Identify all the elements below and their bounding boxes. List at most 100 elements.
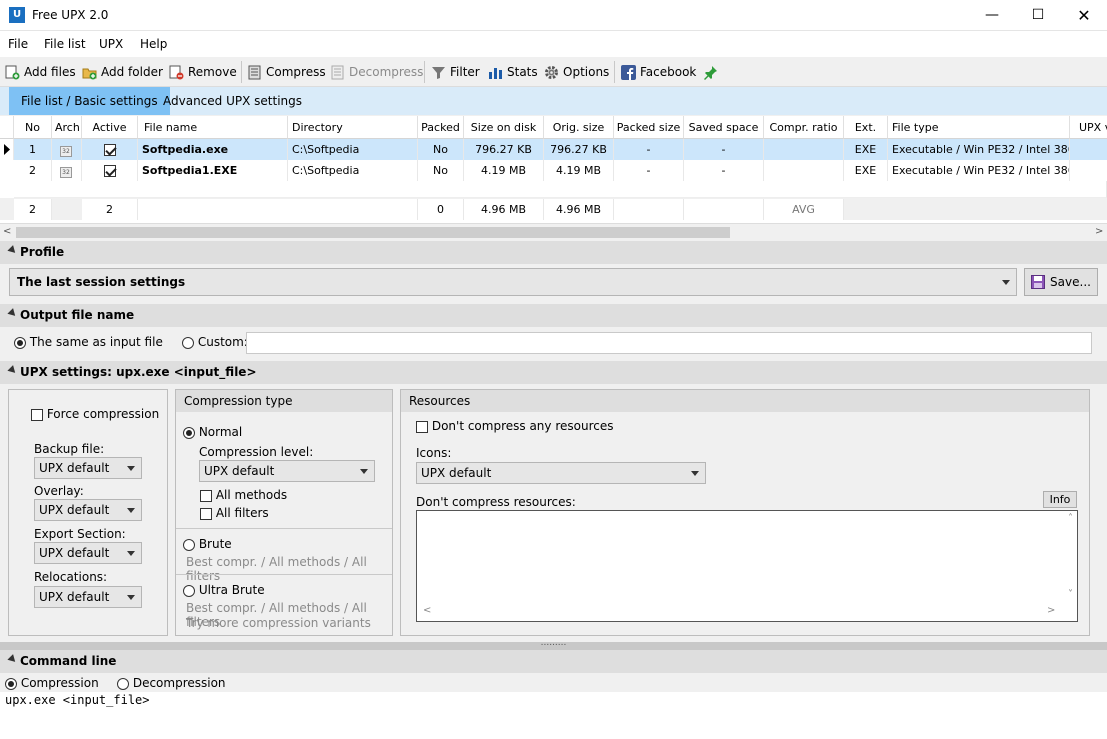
facebook-icon <box>621 64 636 80</box>
scroll-up-icon[interactable]: ˄ <box>1068 513 1073 524</box>
app-icon: U <box>9 7 25 23</box>
filter-button[interactable]: Filter <box>431 63 480 81</box>
menu-help[interactable]: Help <box>140 37 167 51</box>
grid-header-no[interactable]: No <box>14 116 52 139</box>
ultra-brute-radio[interactable]: Ultra Brute <box>183 583 265 597</box>
summary-count: 2 <box>14 199 52 220</box>
cell-saved: - <box>684 160 764 181</box>
summary-size: 4.96 MB <box>464 199 544 220</box>
custom-name-input[interactable] <box>246 332 1092 354</box>
collapse-icon <box>7 308 19 319</box>
grid-header-orig-size[interactable]: Orig. size <box>544 116 614 139</box>
options-button[interactable]: Options <box>544 63 609 81</box>
scroll-right-icon[interactable]: > <box>1047 605 1055 616</box>
profile-select[interactable]: The last session settings <box>9 268 1017 296</box>
remove-button[interactable]: Remove <box>169 63 237 81</box>
scroll-right-icon[interactable]: > <box>1095 226 1103 237</box>
grid-header-file-name[interactable]: File name <box>138 116 288 139</box>
grid-header-packed[interactable]: Packed <box>418 116 464 139</box>
backup-file-select[interactable]: UPX default <box>34 457 142 479</box>
grid-header-size-on-disk[interactable]: Size on disk <box>464 116 544 139</box>
output-section-header[interactable]: Output file name <box>0 304 1107 327</box>
brute-radio[interactable]: Brute <box>183 537 232 551</box>
grid-header-ext[interactable]: Ext. <box>844 116 888 139</box>
collapse-icon <box>7 245 19 256</box>
file-grid: No Arch Active File name Directory Packe… <box>0 116 1107 224</box>
save-profile-button[interactable]: Save... <box>1024 268 1098 296</box>
brute-description: Best compr. / All methods / All filters <box>186 555 367 583</box>
cell-saved: - <box>684 139 764 160</box>
add-files-icon <box>5 65 20 80</box>
maximize-icon[interactable]: ☐ <box>1015 0 1061 31</box>
grid-header-upx-version[interactable]: UPX v <box>1070 116 1107 139</box>
facebook-button[interactable]: Facebook <box>621 63 696 81</box>
cell-file-name: Softpedia1.EXE <box>138 160 288 181</box>
overlay-select[interactable]: UPX default <box>34 499 142 521</box>
profile-section-header[interactable]: Profile <box>0 241 1107 264</box>
icons-select[interactable]: UPX default <box>416 462 706 484</box>
info-button[interactable]: Info <box>1043 491 1077 508</box>
tab-bar: File list / Basic settings Advanced UPX … <box>0 87 1107 115</box>
grid-horizontal-scrollbar[interactable]: < > <box>0 223 1107 240</box>
cell-ratio <box>764 139 844 160</box>
compress-button[interactable]: Compress <box>247 63 326 81</box>
menu-upx[interactable]: UPX <box>99 37 123 51</box>
summary-packed: 0 <box>418 199 464 220</box>
title-bar: U Free UPX 2.0 — ☐ ✕ <box>0 0 1107 31</box>
decompression-radio[interactable]: Decompression <box>117 676 226 690</box>
tab-advanced-settings[interactable]: Advanced UPX settings <box>151 87 314 115</box>
compression-radio[interactable]: Compression <box>5 676 99 690</box>
scroll-left-icon[interactable]: < <box>3 226 11 237</box>
all-filters-checkbox[interactable]: All filters <box>200 506 269 520</box>
grid-header-file-type[interactable]: File type <box>888 116 1070 139</box>
stats-button[interactable]: Stats <box>488 63 538 81</box>
compression-level-select[interactable]: UPX default <box>199 460 375 482</box>
relocations-select[interactable]: UPX default <box>34 586 142 608</box>
add-files-button[interactable]: Add files <box>5 63 76 81</box>
gear-icon <box>544 65 559 80</box>
scrollbar-thumb[interactable] <box>16 227 730 238</box>
chevron-down-icon <box>127 551 135 556</box>
resources-textarea[interactable]: ˄ ˅ < > <box>416 510 1078 622</box>
custom-name-radio[interactable]: Custom: <box>182 335 248 349</box>
general-options-panel: Force compression Backup file: UPX defau… <box>8 389 168 636</box>
pin-icon[interactable] <box>703 63 718 81</box>
active-checkbox[interactable] <box>103 165 116 177</box>
same-as-input-radio[interactable]: The same as input file <box>14 335 163 349</box>
summary-blank <box>138 199 418 220</box>
grid-header-arch[interactable]: Arch <box>52 116 82 139</box>
command-line-section-header[interactable]: Command line <box>0 650 1107 673</box>
dont-compress-resources-checkbox[interactable]: Don't compress any resources <box>416 419 613 433</box>
scroll-down-icon[interactable]: ˅ <box>1068 589 1073 600</box>
active-checkbox[interactable] <box>103 144 116 156</box>
menu-file[interactable]: File <box>8 37 28 51</box>
cell-packed-size: - <box>614 139 684 160</box>
command-line-textbox[interactable]: upx.exe <input_file> <box>0 692 1107 739</box>
grid-header-saved-space[interactable]: Saved space <box>684 116 764 139</box>
panel-splitter[interactable]: ......... <box>0 639 1107 650</box>
cell-packed: No <box>418 160 464 181</box>
all-methods-checkbox[interactable]: All methods <box>200 488 287 502</box>
grid-header-active[interactable]: Active <box>82 116 138 139</box>
grid-header-compr-ratio[interactable]: Compr. ratio <box>764 116 844 139</box>
minimize-icon[interactable]: — <box>969 0 1015 31</box>
remove-icon <box>169 65 184 80</box>
current-row-indicator <box>0 139 14 160</box>
export-section-select[interactable]: UPX default <box>34 542 142 564</box>
relocations-label: Relocations: <box>34 570 108 584</box>
decompress-button[interactable]: Decompress <box>330 63 423 81</box>
chevron-down-icon <box>127 595 135 600</box>
normal-radio[interactable]: Normal <box>183 425 242 439</box>
tab-basic-settings[interactable]: File list / Basic settings <box>9 87 170 115</box>
close-icon[interactable]: ✕ <box>1061 0 1107 31</box>
window-title: Free UPX 2.0 <box>32 8 109 22</box>
filter-icon <box>431 65 446 80</box>
toolbar-separator <box>614 61 615 83</box>
menu-file-list[interactable]: File list <box>44 37 86 51</box>
add-folder-button[interactable]: Add folder <box>82 63 163 81</box>
grid-header-directory[interactable]: Directory <box>288 116 418 139</box>
grid-header-packed-size[interactable]: Packed size <box>614 116 684 139</box>
force-compression-checkbox[interactable]: Force compression <box>31 407 159 421</box>
scroll-left-icon[interactable]: < <box>423 605 431 616</box>
upx-settings-section-header[interactable]: UPX settings: upx.exe <input_file> <box>0 361 1107 384</box>
